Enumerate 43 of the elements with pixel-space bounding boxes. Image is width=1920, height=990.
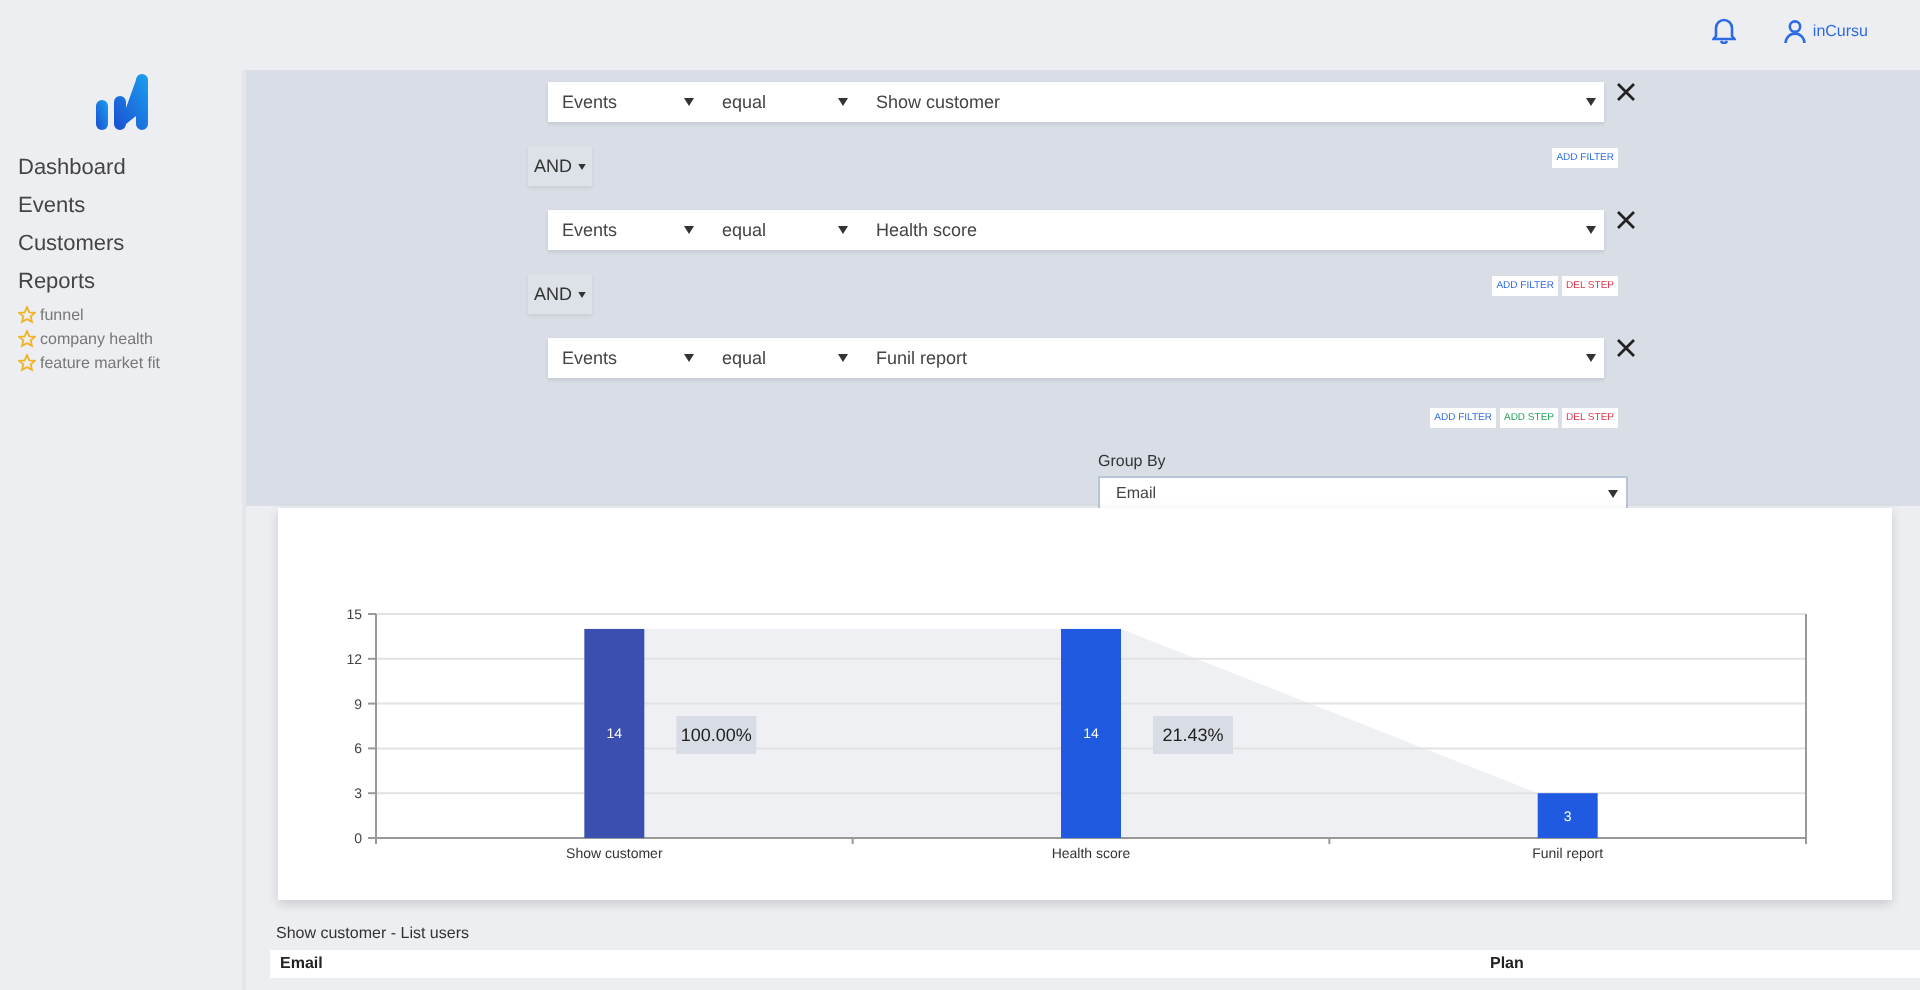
caret-icon (684, 354, 694, 362)
caret-icon (684, 226, 694, 234)
caret-icon (578, 291, 587, 297)
star-icon (18, 305, 36, 323)
conversion-label: 100.00% (676, 716, 757, 754)
conversion-label: 21.43% (1153, 716, 1233, 754)
annotation: 100.00% (680, 725, 752, 745)
step-filter-field[interactable]: Events equal Show customer (548, 82, 1604, 122)
notification-bell-icon[interactable] (1712, 18, 1737, 44)
caret-icon (1586, 226, 1596, 234)
sidebar-item[interactable]: Dashboard (18, 150, 242, 188)
group-by-label: Group By (1098, 452, 1168, 470)
user-link[interactable]: inCursu (1812, 22, 1868, 40)
user-icon[interactable] (1784, 19, 1807, 43)
caret-icon (578, 163, 587, 169)
step-filter-field[interactable]: Events equal Health score (548, 210, 1604, 250)
column-header: Email (280, 954, 323, 972)
close-icon[interactable] (1616, 82, 1636, 102)
report-link[interactable]: company health (40, 329, 153, 347)
group-by-dropdown[interactable]: Email (1098, 476, 1628, 510)
caret-icon (1608, 489, 1618, 497)
star-icon (18, 353, 36, 371)
annotation: 21.43% (1162, 725, 1224, 745)
connector-dropdown[interactable]: AND (528, 274, 593, 314)
caret-icon (838, 98, 848, 106)
caret-icon (684, 98, 694, 106)
logo-icon (96, 74, 148, 130)
sidebar-item[interactable]: Customers (18, 226, 242, 264)
star-icon (18, 329, 36, 347)
report-link[interactable]: funnel (40, 305, 84, 323)
connector-dropdown[interactable]: AND (528, 146, 593, 186)
caret-icon (1586, 354, 1596, 362)
list-title: Show customer - List users (276, 924, 471, 942)
sidebar-item[interactable]: Reports (18, 264, 242, 302)
sidebar-item[interactable]: Events (18, 188, 242, 226)
close-icon[interactable] (1616, 210, 1636, 230)
step-filter-field[interactable]: Events equal Funil report (548, 338, 1604, 378)
close-icon[interactable] (1616, 338, 1636, 358)
report-link[interactable]: feature market fit (40, 353, 161, 371)
caret-icon (1586, 98, 1596, 106)
caret-icon (838, 226, 848, 234)
caret-icon (838, 354, 848, 362)
column-header: Plan (1490, 954, 1524, 972)
